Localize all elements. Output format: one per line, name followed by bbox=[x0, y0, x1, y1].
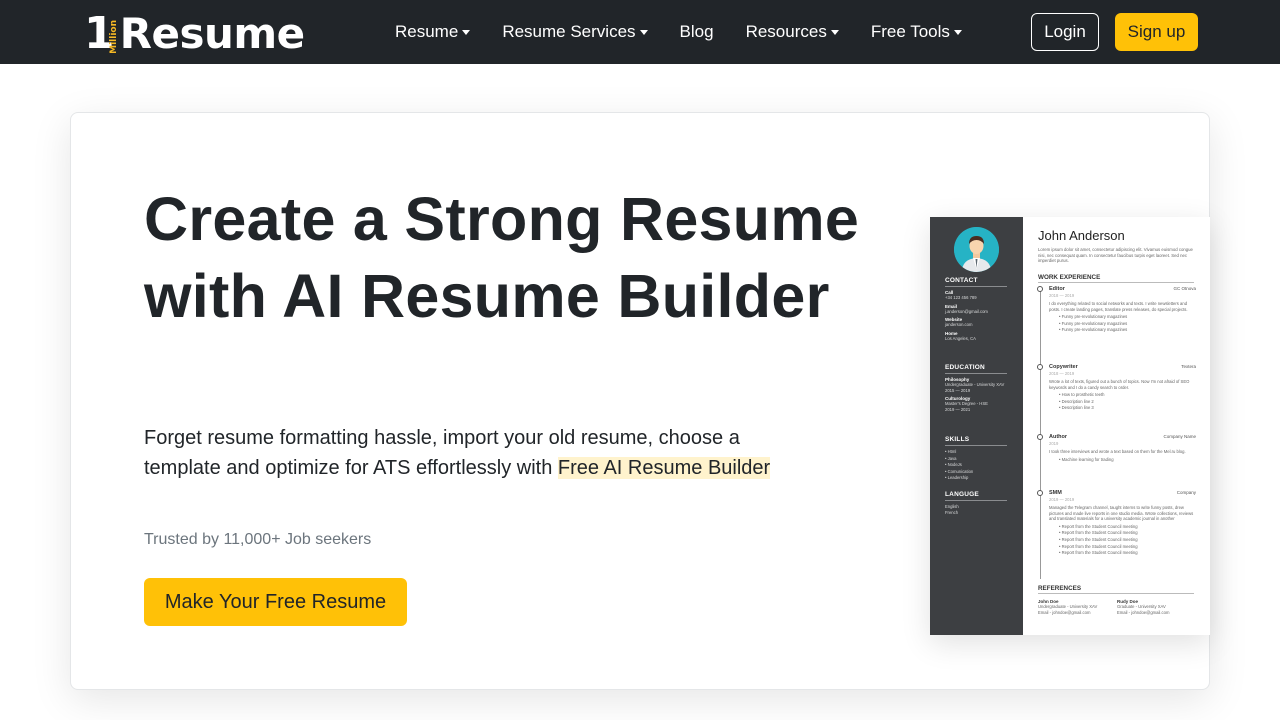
resume-job: Editor GC Otnova 2018 — 2019 I do everyth… bbox=[1037, 286, 1196, 334]
resume-skill-item: • Html bbox=[945, 449, 957, 454]
resume-education-title: EDUCATION bbox=[945, 364, 1007, 374]
resume-contact-value: +34 123 456 789 bbox=[945, 295, 977, 300]
resume-job: Copywriter Textera 2018 — 2019 Wrote a lo… bbox=[1037, 364, 1196, 412]
resume-language-section: LANGUGE English French bbox=[945, 491, 1007, 515]
hero-card: Create a Strong Resume with AI Resume Bu… bbox=[70, 112, 1210, 690]
resume-job-bullets: • Report from the Student Council meetin… bbox=[1059, 523, 1138, 556]
resume-job-desc: Wrote a lot of texts, figured out a bunc… bbox=[1049, 379, 1190, 390]
resume-job-date: 2019 bbox=[1049, 441, 1059, 446]
resume-job-date: 2018 — 2019 bbox=[1049, 371, 1075, 376]
resume-job-company: Textera bbox=[1181, 364, 1196, 369]
nav-resume-services[interactable]: Resume Services bbox=[486, 22, 663, 42]
resume-contact-section: CONTACT Call +34 123 456 789 Email j.and… bbox=[945, 277, 1007, 341]
make-free-resume-button[interactable]: Make Your Free Resume bbox=[144, 578, 407, 626]
resume-job-title: SMM bbox=[1049, 490, 1062, 496]
nav-free-tools-label: Free Tools bbox=[870, 22, 950, 41]
resume-contact-value: j.anderson@gmail.com bbox=[945, 308, 988, 314]
resume-education-section: EDUCATION Philosophy Undergraduate - Uni… bbox=[945, 364, 1007, 412]
nav-resources-label: Resources bbox=[745, 22, 827, 41]
resume-job-desc: Managed the Telegram channel, taught int… bbox=[1049, 505, 1194, 522]
login-button[interactable]: Login bbox=[1031, 13, 1099, 51]
trusted-text: Trusted by 11,000+ Job seekers bbox=[144, 531, 372, 548]
resume-job-date: 2019 — 2019 bbox=[1049, 497, 1075, 502]
resume-main: John Anderson Lorem ipsum dolor sit amet… bbox=[1023, 217, 1210, 635]
resume-education-line: 2015 — 2019 bbox=[945, 387, 971, 393]
caret-down-icon bbox=[830, 29, 839, 35]
nav-resume-label: Resume bbox=[395, 22, 459, 41]
resume-references: John Doe Undergraduate - University XAV … bbox=[1038, 599, 1196, 615]
resume-work-title: WORK EXPERIENCE bbox=[1038, 274, 1194, 283]
resume-language-item: French bbox=[945, 509, 959, 515]
resume-skills-section: SKILLS • Html • Java • NodeJs • Comunica… bbox=[945, 436, 1007, 482]
resume-job: Author Company Name 2019 I took three int… bbox=[1037, 434, 1196, 463]
resume-job-title: Copywriter bbox=[1049, 364, 1078, 370]
logo-million: Million bbox=[108, 20, 119, 54]
resume-skills-title: SKILLS bbox=[945, 436, 1007, 446]
resume-skill-item: • Java bbox=[945, 455, 957, 461]
caret-down-icon bbox=[462, 29, 471, 35]
logo-resume: Resume bbox=[119, 9, 305, 58]
resume-contact-value: janderson.com bbox=[945, 322, 973, 327]
resume-job-bullets: • Machine learning for trading bbox=[1059, 456, 1114, 462]
resume-job-company: GC Otnova bbox=[1173, 286, 1196, 291]
resume-education-line: 2019 — 2021 bbox=[945, 406, 971, 412]
hero-highlight: Free AI Resume Builder bbox=[557, 457, 771, 479]
hero-description: Forget resume formatting hassle, import … bbox=[144, 423, 804, 483]
hero-title: Create a Strong Resume with AI Resume Bu… bbox=[144, 185, 860, 330]
brand-logo[interactable]: 1 Million Resume bbox=[84, 8, 305, 56]
resume-education-line: Undergraduate - University XAV bbox=[945, 382, 1005, 387]
timeline-dot bbox=[1037, 434, 1043, 440]
nav-blog-label: Blog bbox=[679, 22, 714, 41]
resume-references-title: REFERENCES bbox=[1038, 585, 1194, 594]
resume-skill-item: • Leadership bbox=[945, 475, 969, 481]
signup-button[interactable]: Sign up bbox=[1115, 13, 1198, 51]
resume-skill-item: • NodeJs bbox=[945, 462, 962, 468]
timeline-dot bbox=[1037, 286, 1043, 292]
resume-job-desc: I took three interviews and wrote a text… bbox=[1049, 449, 1186, 454]
resume-contact-value: Los Angeles, CA bbox=[945, 335, 976, 341]
resume-job-bullets: • How to prosthetic teeth • Description … bbox=[1059, 392, 1105, 411]
resume-reference: Rudy Doe Graduate - University XAV Email… bbox=[1117, 599, 1170, 615]
resume-job-date: 2018 — 2019 bbox=[1049, 293, 1075, 298]
resume-name: John Anderson bbox=[1038, 228, 1125, 243]
resume-job-desc: I do everything related to social networ… bbox=[1049, 301, 1188, 312]
nav-resume[interactable]: Resume bbox=[379, 22, 486, 42]
resume-job-title: Editor bbox=[1049, 286, 1065, 292]
timeline-dot bbox=[1037, 490, 1043, 496]
resume-job-company: Company Name bbox=[1163, 434, 1196, 439]
resume-preview: CONTACT Call +34 123 456 789 Email j.and… bbox=[930, 217, 1210, 635]
nav-free-tools[interactable]: Free Tools bbox=[855, 22, 978, 42]
resume-intro: Lorem ipsum dolor sit amet, consectetur … bbox=[1038, 247, 1193, 264]
nav-blog[interactable]: Blog bbox=[664, 22, 730, 42]
caret-down-icon bbox=[639, 29, 648, 35]
avatar bbox=[954, 227, 999, 272]
resume-job-title: Author bbox=[1049, 434, 1068, 440]
resume-language-title: LANGUGE bbox=[945, 491, 1007, 501]
resume-job-company: Company bbox=[1176, 490, 1196, 495]
main-nav: Resume Resume Services Blog Resources Fr… bbox=[379, 0, 978, 64]
nav-resume-services-label: Resume Services bbox=[502, 22, 636, 41]
caret-down-icon bbox=[953, 29, 962, 35]
top-navbar: 1 Million Resume Resume Resume Services … bbox=[0, 0, 1280, 64]
resume-sidebar: CONTACT Call +34 123 456 789 Email j.and… bbox=[930, 217, 1023, 635]
resume-skill-item: • Comunication bbox=[945, 468, 974, 474]
resume-job-bullets: • Funny pre-revolutionary magazines • Fu… bbox=[1059, 314, 1128, 333]
resume-reference: John Doe Undergraduate - University XAV … bbox=[1038, 599, 1098, 615]
timeline-dot bbox=[1037, 364, 1043, 370]
resume-job: SMM Company 2019 — 2019 Managed the Teleg… bbox=[1037, 490, 1196, 557]
resume-contact-title: CONTACT bbox=[945, 277, 1007, 287]
nav-resources[interactable]: Resources bbox=[730, 22, 855, 42]
